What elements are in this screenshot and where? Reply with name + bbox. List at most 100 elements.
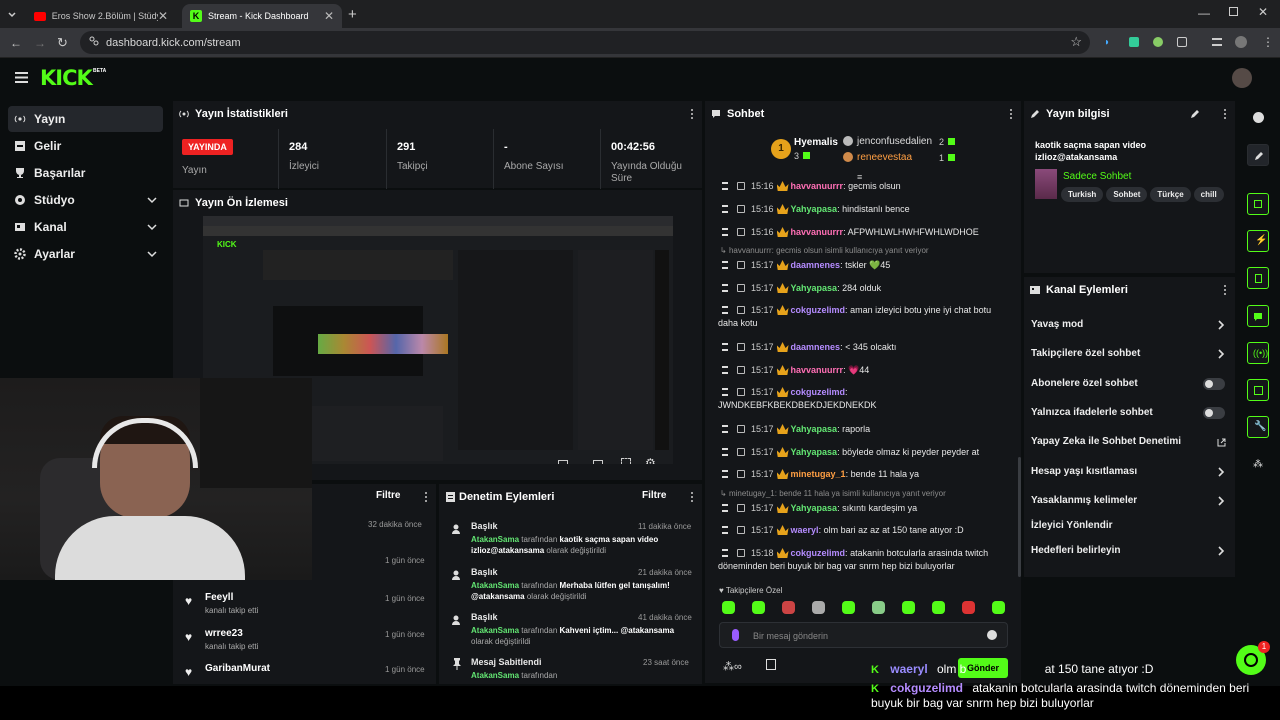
close-tab-icon[interactable]: ✕: [158, 9, 168, 23]
chat-username[interactable]: Yahyapasa: [791, 283, 838, 293]
second-gifter-name[interactable]: jenconfusedalien: [857, 136, 932, 147]
chevron-right-icon[interactable]: [1217, 349, 1225, 359]
moderator-name[interactable]: AtakanSama: [471, 671, 519, 680]
timeout-icon[interactable]: [722, 343, 728, 351]
timeout-icon[interactable]: [722, 526, 728, 534]
panel-menu-icon[interactable]: [1223, 284, 1227, 296]
emote-icon[interactable]: [752, 601, 765, 614]
add-widget-icon[interactable]: ⁂: [1253, 459, 1263, 470]
panel-menu-icon[interactable]: [424, 491, 428, 503]
tag[interactable]: Türkçe: [1150, 187, 1191, 202]
extension-icon[interactable]: [1153, 37, 1163, 47]
rail-clip-button[interactable]: [1247, 193, 1269, 215]
microphone-icon[interactable]: [732, 629, 739, 641]
ban-shield-icon[interactable]: [737, 388, 745, 396]
action-host-viewers[interactable]: İzleyici Yönlendir: [1031, 520, 1227, 534]
chat-username[interactable]: daamnenes: [791, 260, 841, 270]
emote-icon[interactable]: [872, 601, 885, 614]
browser-menu-icon[interactable]: ⋮: [1262, 35, 1274, 49]
ban-shield-icon[interactable]: [737, 205, 745, 213]
maximize-icon[interactable]: [1229, 7, 1238, 16]
tag[interactable]: Turkish: [1061, 187, 1104, 202]
panel-menu-icon[interactable]: [690, 491, 694, 503]
chat-username[interactable]: cokguzelimd: [791, 305, 846, 315]
edit-icon[interactable]: [1190, 109, 1200, 119]
extension-icon[interactable]: [1129, 37, 1139, 47]
emote-icon[interactable]: [812, 601, 825, 614]
chevron-right-icon[interactable]: [1217, 546, 1225, 556]
action-emotes-only[interactable]: Yalnızca ifadelerle sohbet: [1031, 407, 1227, 421]
sidebar-item-studio[interactable]: Stüdyo: [8, 187, 163, 213]
emote-icon[interactable]: [962, 601, 975, 614]
chevron-right-icon[interactable]: [1217, 467, 1225, 477]
ban-shield-icon[interactable]: [737, 343, 745, 351]
chat-username[interactable]: Yahyapasa: [791, 503, 838, 513]
chevron-down-icon[interactable]: [147, 249, 157, 259]
rail-broadcast-button[interactable]: ((•)): [1247, 342, 1269, 364]
close-tab-icon[interactable]: ✕: [324, 9, 334, 23]
action-subscribers-only[interactable]: Abonelere özel sohbet: [1031, 378, 1227, 392]
third-gifter-name[interactable]: reneevestaa: [857, 152, 912, 163]
chat-message[interactable]: 15:16 Yahyapasa: hindistanlı bence: [718, 203, 1008, 216]
minimize-icon[interactable]: —: [1198, 6, 1210, 20]
sidebar-item-stream[interactable]: Yayın: [8, 106, 163, 132]
chat-username[interactable]: minetugay_1: [791, 469, 846, 479]
panel-menu-icon[interactable]: [1009, 108, 1013, 120]
media-icon[interactable]: [1212, 38, 1222, 46]
extensions-puzzle-icon[interactable]: [1177, 37, 1187, 47]
chat-message[interactable]: 15:17 Yahyapasa: böylede olmaz ki peyder …: [718, 446, 1008, 459]
back-icon[interactable]: ←: [10, 36, 22, 50]
chevron-right-icon[interactable]: [1217, 320, 1225, 330]
moderator-name[interactable]: AtakanSama: [471, 626, 519, 635]
close-window-icon[interactable]: ✕: [1258, 5, 1268, 19]
chat-message[interactable]: 15:16 havvanuurrr: AFPWHLWLHWHFWHLWDHOE: [718, 226, 1008, 239]
chevron-right-icon[interactable]: [1217, 496, 1225, 506]
ban-shield-icon[interactable]: [737, 306, 745, 314]
timeout-icon[interactable]: [722, 182, 728, 190]
emoji-picker-icon[interactable]: [987, 630, 997, 640]
chat-tools-icon[interactable]: ⁂∞: [723, 660, 742, 673]
ban-shield-icon[interactable]: [737, 366, 745, 374]
filter-button[interactable]: Filtre: [376, 490, 400, 501]
theater-icon[interactable]: [593, 460, 603, 464]
moderator-name[interactable]: AtakanSama: [471, 581, 519, 590]
chat-username[interactable]: cokguzelimd: [791, 387, 846, 397]
chat-message[interactable]: 15:18 cokguzelimd: atakanin botcularla ar…: [718, 547, 1008, 573]
rail-poll-button[interactable]: [1247, 267, 1269, 289]
ban-shield-icon[interactable]: [737, 526, 745, 534]
emote-icon[interactable]: [992, 601, 1005, 614]
sidebar-item-revenue[interactable]: Gelir: [8, 133, 163, 159]
chat-scrollbar[interactable]: [1018, 457, 1021, 577]
ban-shield-icon[interactable]: [737, 228, 745, 236]
chevron-down-icon[interactable]: [147, 222, 157, 232]
chat-username[interactable]: waeryl: [791, 525, 819, 535]
info-icon[interactable]: [1253, 112, 1264, 123]
chat-message[interactable]: 15:17 cokguzelimd: JWNDKEBFKBEKDBEKDJEKDN…: [718, 386, 1008, 412]
rail-edit-button[interactable]: [1247, 144, 1269, 166]
browser-tab-kick[interactable]: K Stream - Kick Dashboard ✕: [182, 4, 342, 28]
timeout-icon[interactable]: [722, 504, 728, 512]
sidebar-item-channel[interactable]: Kanal: [8, 214, 163, 240]
sidebar-item-settings[interactable]: Ayarlar: [8, 241, 163, 267]
timeout-icon[interactable]: [722, 228, 728, 236]
extension-icon[interactable]: ◗: [1104, 37, 1114, 49]
chat-message[interactable]: 15:16 havvanuurrr: gecmis olsun: [718, 180, 1008, 193]
category-thumbnail[interactable]: [1035, 169, 1057, 199]
emote-icon[interactable]: [722, 601, 735, 614]
chat-input[interactable]: Bir mesaj gönderin: [719, 622, 1008, 648]
action-banned-words[interactable]: Yasaklanmış kelimeler: [1031, 495, 1227, 509]
chat-message[interactable]: 15:17 waeryl: olm bari az az at 150 tane …: [718, 524, 1008, 537]
emotes-only-toggle[interactable]: [1203, 407, 1225, 419]
chat-message[interactable]: 15:17 Yahyapasa: sıkıntı kardeşim ya: [718, 502, 1008, 515]
site-info-icon[interactable]: [89, 36, 99, 46]
chat-username[interactable]: Yahyapasa: [791, 424, 838, 434]
browser-tab-youtube[interactable]: Eros Show 2.Bölüm | Stüdyo Ka ✕: [26, 4, 176, 28]
emote-icon[interactable]: [932, 601, 945, 614]
follower-name[interactable]: Feeyll: [205, 592, 233, 603]
follower-name[interactable]: wrree23: [205, 628, 243, 639]
address-bar[interactable]: dashboard.kick.com/stream ☆: [80, 31, 1090, 54]
chat-message[interactable]: 15:17 cokguzelimd: aman izleyici botu yin…: [718, 304, 1008, 330]
action-account-age[interactable]: Hesap yaşı kısıtlaması: [1031, 466, 1227, 480]
reload-icon[interactable]: ↻: [57, 35, 68, 51]
gear-icon[interactable]: ⚙: [645, 456, 656, 464]
